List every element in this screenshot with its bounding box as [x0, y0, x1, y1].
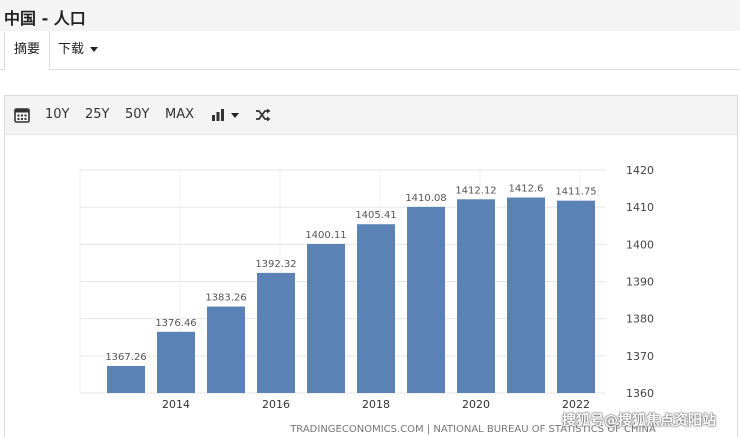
bar: [207, 306, 245, 393]
bar-value-label: 1383.26: [205, 293, 246, 304]
population-bar-chart: 1367.26 1376.46 1383.26 1392.32 1400.11 1405.…: [79, 164, 656, 435]
bar-value-label: 1412.12: [455, 185, 496, 196]
bar: [257, 272, 295, 393]
y-tick-label: 1410: [626, 201, 654, 214]
bar-value-label: 1405.41: [355, 210, 396, 221]
y-tick-label: 1420: [626, 164, 654, 177]
x-tick-label: 2014: [162, 398, 190, 411]
bar-value-label: 1412.6: [509, 184, 544, 195]
watermark-text: 搜狐号@搜狐焦点资阳站: [562, 413, 716, 429]
y-tick-label: 1400: [626, 238, 654, 251]
bar-value-label: 1392.32: [255, 259, 296, 270]
y-tick-label: 1390: [626, 276, 654, 289]
bar: [357, 224, 395, 393]
bar-value-label: 1376.46: [155, 318, 196, 329]
bar: [457, 199, 495, 393]
y-tick-label: 1370: [626, 350, 654, 363]
bar: [407, 206, 445, 393]
x-tick-label: 2020: [462, 398, 490, 411]
bar: [107, 366, 145, 393]
bar-value-label: 1410.08: [405, 193, 446, 204]
bar-value-label: 1367.26: [105, 352, 146, 363]
bar: [307, 243, 345, 393]
bar-value-label: 1411.75: [555, 187, 596, 198]
y-tick-label: 1360: [626, 387, 654, 400]
bar: [557, 200, 595, 393]
bar: [507, 197, 545, 393]
bar: [157, 331, 195, 393]
x-tick-label: 2018: [362, 398, 390, 411]
bar-value-label: 1400.11: [305, 230, 346, 241]
x-tick-label: 2016: [262, 398, 290, 411]
y-tick-label: 1380: [626, 313, 654, 326]
